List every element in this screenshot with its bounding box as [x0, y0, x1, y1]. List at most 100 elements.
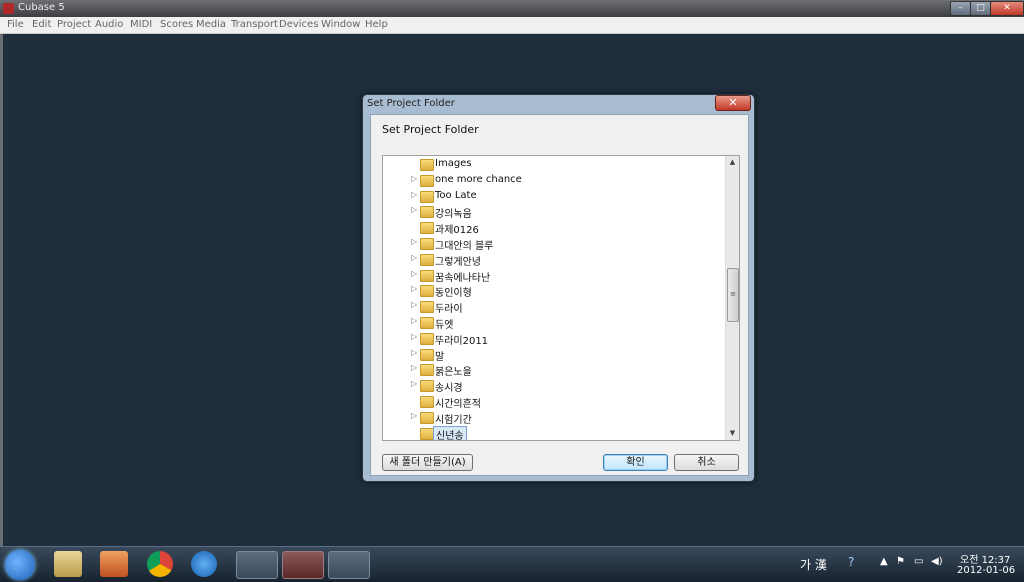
- clock-date[interactable]: 2012-01-06: [957, 565, 1015, 576]
- folder-icon: [420, 174, 434, 187]
- dialog-heading: Set Project Folder: [382, 123, 479, 136]
- set-project-folder-dialog: Set Project Folder ✕ Set Project Folder …: [362, 94, 755, 482]
- folder-tree-item[interactable]: ▷ 말: [383, 347, 723, 363]
- folder-tree-item[interactable]: ▷ 뚜라미2011: [383, 331, 723, 347]
- folder-tree[interactable]: Images ▷ one more chance ▷ Too Late ▷ 강의녹음 과제01…: [382, 155, 740, 441]
- folder-tree-item[interactable]: ▷ 그렇게안녕: [383, 252, 723, 268]
- folder-tree-item[interactable]: ▷ 동인이형: [383, 283, 723, 300]
- tree-scrollbar[interactable]: ▲ ≡ ▼: [725, 156, 739, 440]
- folder-icon: [420, 222, 434, 235]
- folder-label: Images: [435, 158, 472, 169]
- folder-tree-item[interactable]: ▷ Too Late: [383, 189, 723, 204]
- chrome-icon[interactable]: [147, 551, 173, 577]
- menu-bar: File Edit Project Audio MIDI Scores Medi…: [0, 17, 1024, 34]
- start-button-icon[interactable]: [5, 550, 35, 580]
- network-icon[interactable]: ▭: [914, 556, 923, 567]
- menu-edit[interactable]: Edit: [32, 19, 51, 30]
- expand-arrow-icon[interactable]: ▷: [411, 316, 417, 325]
- menu-transport[interactable]: Transport: [231, 19, 278, 30]
- paint-icon[interactable]: [328, 551, 370, 579]
- maximize-button[interactable]: □: [970, 1, 991, 16]
- expand-arrow-icon[interactable]: ▷: [411, 237, 417, 246]
- folder-label: 붉은노을: [435, 367, 472, 379]
- minimize-button[interactable]: –: [950, 1, 971, 16]
- folder-icon: [420, 427, 434, 440]
- expand-arrow-icon[interactable]: ▷: [411, 205, 417, 214]
- scroll-down-arrow-icon[interactable]: ▼: [726, 427, 739, 440]
- expand-arrow-icon[interactable]: ▷: [411, 300, 417, 309]
- cancel-button[interactable]: 취소: [674, 454, 739, 471]
- explorer-icon[interactable]: [54, 551, 82, 577]
- folder-tree-item[interactable]: ▷ one more chance: [383, 173, 723, 188]
- internet-explorer-icon[interactable]: [191, 551, 217, 577]
- folder-icon: [420, 380, 434, 393]
- ime-indicator[interactable]: 가 漢: [800, 556, 827, 573]
- folder-label: 두라이: [435, 304, 463, 316]
- folder-label: 말: [435, 351, 445, 363]
- folder-icon: [420, 411, 434, 424]
- folder-tree-item[interactable]: ▷ 그대안의 블루: [383, 236, 723, 252]
- folder-label: 과제0126: [435, 225, 479, 237]
- folder-tree-item[interactable]: ▷ 붉은노을: [383, 362, 723, 379]
- folder-window-icon[interactable]: [236, 551, 278, 579]
- folder-tree-item[interactable]: ▷ 두라이: [383, 299, 723, 316]
- menu-help[interactable]: Help: [365, 19, 388, 30]
- menu-window[interactable]: Window: [321, 19, 360, 30]
- clock-time[interactable]: 오전 12:37: [960, 551, 1010, 566]
- show-hidden-icons-icon[interactable]: ▲: [880, 556, 888, 567]
- dialog-title: Set Project Folder: [367, 98, 455, 109]
- folder-tree-item[interactable]: 신년송: [383, 425, 723, 440]
- folder-tree-item[interactable]: ▷ 듀엣: [383, 315, 723, 331]
- folder-icon: [420, 159, 434, 171]
- expand-arrow-icon[interactable]: ▷: [411, 269, 417, 278]
- expand-arrow-icon[interactable]: ▷: [411, 174, 417, 183]
- taskbar: 가 漢 ? ▲ ⚑ ▭ ◀) 오전 12:37 2012-01-06: [0, 546, 1024, 582]
- folder-tree-item[interactable]: ▷ 송시경: [383, 378, 723, 395]
- volume-icon[interactable]: ◀): [931, 556, 943, 567]
- folder-label: 동인이형: [435, 288, 472, 300]
- menu-file[interactable]: File: [7, 19, 24, 30]
- expand-arrow-icon[interactable]: ▷: [411, 190, 417, 199]
- expand-arrow-icon[interactable]: ▷: [411, 411, 417, 420]
- folder-tree-item[interactable]: 시간의흔적: [383, 394, 723, 410]
- folder-tree-item[interactable]: Images: [383, 157, 723, 172]
- expand-arrow-icon[interactable]: ▷: [411, 379, 417, 388]
- folder-tree-item[interactable]: ▷ 강의녹음: [383, 204, 723, 220]
- new-folder-button[interactable]: 새 폴더 만들기(A): [382, 454, 473, 471]
- expand-arrow-icon[interactable]: ▷: [411, 332, 417, 341]
- flag-icon[interactable]: ⚑: [896, 556, 905, 567]
- expand-arrow-icon[interactable]: ▷: [411, 363, 417, 372]
- folder-icon: [420, 285, 434, 298]
- cubase-icon: [3, 3, 14, 14]
- scroll-thumb[interactable]: ≡: [727, 268, 739, 322]
- cubase-taskbar-icon[interactable]: [282, 551, 324, 579]
- folder-tree-item[interactable]: 과제0126: [383, 220, 723, 237]
- menu-audio[interactable]: Audio: [95, 19, 123, 30]
- folder-icon: [420, 253, 434, 266]
- expand-arrow-icon[interactable]: ▷: [411, 253, 417, 262]
- folder-icon: [420, 332, 434, 345]
- menu-midi[interactable]: MIDI: [130, 19, 152, 30]
- folder-label: 송시경: [435, 383, 463, 395]
- menu-project[interactable]: Project: [57, 19, 91, 30]
- folder-label: 꿈속에나타난: [435, 272, 491, 284]
- menu-media[interactable]: Media: [196, 19, 226, 30]
- folder-icon: [420, 190, 434, 203]
- ok-button[interactable]: 확인: [603, 454, 668, 471]
- menu-scores[interactable]: Scores: [160, 19, 193, 30]
- folder-icon: [420, 301, 434, 314]
- folder-label: 뚜라미2011: [435, 335, 489, 347]
- expand-arrow-icon[interactable]: ▷: [411, 284, 417, 293]
- media-player-icon[interactable]: [100, 551, 128, 577]
- folder-label: Too Late: [435, 189, 477, 201]
- folder-label: 듀엣: [435, 320, 454, 331]
- scroll-up-arrow-icon[interactable]: ▲: [726, 156, 739, 169]
- folder-label: 그대안의 블루: [435, 241, 494, 252]
- folder-tree-item[interactable]: ▷ 시험기간: [383, 410, 723, 426]
- menu-devices[interactable]: Devices: [279, 19, 318, 30]
- help-icon[interactable]: ?: [848, 555, 854, 569]
- expand-arrow-icon[interactable]: ▷: [411, 348, 417, 357]
- close-button[interactable]: ✕: [990, 1, 1024, 16]
- folder-tree-item[interactable]: ▷ 꿈속에나타난: [383, 268, 723, 284]
- dialog-close-button[interactable]: ✕: [715, 95, 751, 111]
